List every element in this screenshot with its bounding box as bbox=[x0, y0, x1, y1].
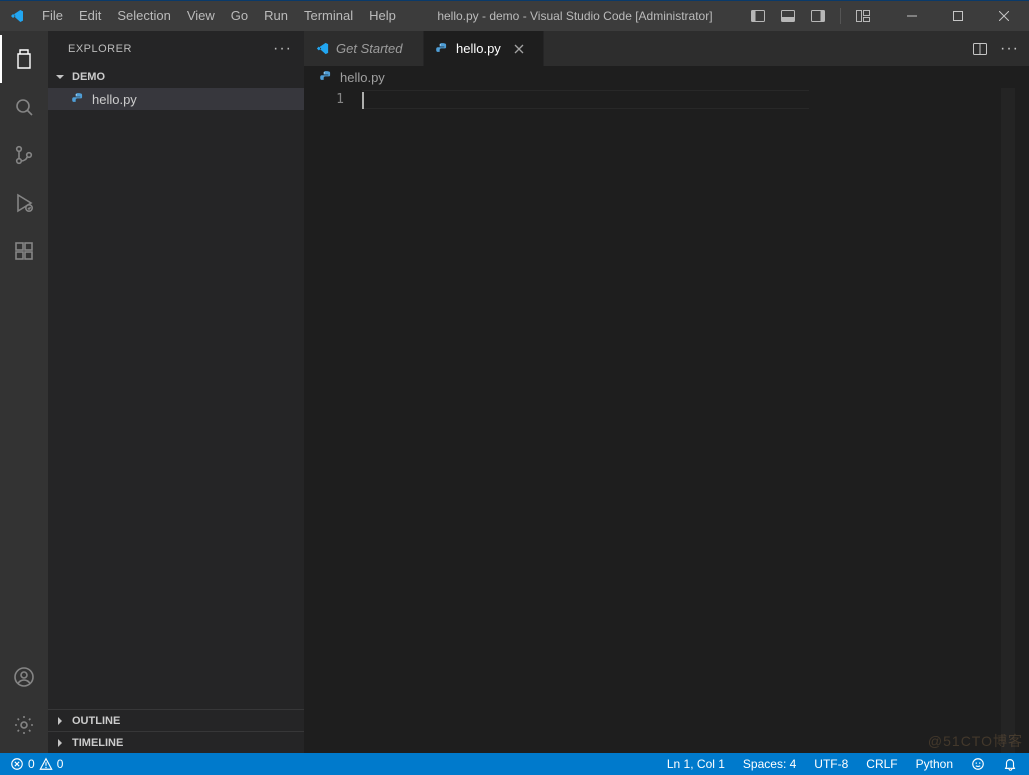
window-title: hello.py - demo - Visual Studio Code [Ad… bbox=[404, 9, 746, 23]
tab-label: Get Started bbox=[336, 41, 402, 56]
sidebar-more-icon[interactable]: ··· bbox=[273, 41, 292, 57]
tab-close-icon[interactable] bbox=[513, 43, 525, 55]
activity-settings[interactable] bbox=[0, 701, 48, 749]
menu-edit[interactable]: Edit bbox=[71, 1, 109, 31]
warning-icon bbox=[39, 757, 53, 771]
folder-root[interactable]: DEMO bbox=[48, 66, 304, 88]
error-icon bbox=[10, 757, 24, 771]
status-eol[interactable]: CRLF bbox=[862, 757, 901, 771]
status-notifications-icon[interactable] bbox=[999, 757, 1021, 771]
tab-label: hello.py bbox=[456, 41, 501, 56]
sidebar-collapsed-sections: OUTLINE TIMELINE bbox=[48, 708, 304, 753]
chevron-right-icon bbox=[52, 713, 68, 729]
outline-section[interactable]: OUTLINE bbox=[48, 709, 304, 731]
split-editor-icon[interactable] bbox=[972, 41, 988, 57]
vscode-app-icon bbox=[8, 7, 26, 25]
activity-extensions[interactable] bbox=[0, 227, 48, 275]
titlebar-right-cluster bbox=[746, 1, 1029, 31]
breadcrumbs[interactable]: hello.py bbox=[304, 66, 1029, 88]
vscode-icon bbox=[314, 41, 330, 57]
sidebar-title: EXPLORER bbox=[68, 43, 132, 55]
status-language-mode[interactable]: Python bbox=[912, 757, 957, 771]
status-bar: 0 0 Ln 1, Col 1 Spaces: 4 UTF-8 CRLF Pyt… bbox=[0, 753, 1029, 775]
line-number-gutter: 1 bbox=[304, 88, 362, 753]
minimap[interactable] bbox=[919, 88, 1015, 753]
python-file-icon bbox=[318, 69, 334, 85]
breadcrumb-label: hello.py bbox=[340, 70, 385, 85]
activity-run-debug[interactable] bbox=[0, 179, 48, 227]
timeline-section[interactable]: TIMELINE bbox=[48, 731, 304, 753]
status-indentation[interactable]: Spaces: 4 bbox=[739, 757, 800, 771]
toggle-panel-icon[interactable] bbox=[776, 5, 800, 27]
file-tree-item[interactable]: hello.py bbox=[48, 88, 304, 110]
chevron-right-icon bbox=[52, 735, 68, 751]
menu-run[interactable]: Run bbox=[256, 1, 296, 31]
activity-search[interactable] bbox=[0, 83, 48, 131]
python-file-icon bbox=[70, 91, 86, 107]
window-minimize-button[interactable] bbox=[889, 1, 935, 31]
editor[interactable]: 1 bbox=[304, 88, 1029, 753]
sidebar: EXPLORER ··· DEMO hello.py O bbox=[48, 31, 304, 753]
outline-label: OUTLINE bbox=[72, 715, 120, 727]
editor-tabs: Get Started hello.py bbox=[304, 31, 544, 66]
window-close-button[interactable] bbox=[981, 1, 1027, 31]
file-explorer-tree: DEMO hello.py bbox=[48, 66, 304, 708]
editor-tab-actions: ··· bbox=[962, 31, 1029, 66]
activity-bar bbox=[0, 31, 48, 753]
activity-source-control[interactable] bbox=[0, 131, 48, 179]
status-encoding[interactable]: UTF-8 bbox=[810, 757, 852, 771]
status-feedback-icon[interactable] bbox=[967, 757, 989, 771]
menu-bar: File Edit Selection View Go Run Terminal… bbox=[34, 1, 404, 31]
vertical-scrollbar[interactable] bbox=[1015, 88, 1029, 753]
customize-layout-icon[interactable] bbox=[851, 5, 875, 27]
titlebar-separator bbox=[840, 8, 841, 24]
status-problems[interactable]: 0 0 bbox=[6, 757, 67, 771]
warning-count: 0 bbox=[57, 757, 64, 771]
code-area[interactable] bbox=[362, 88, 919, 753]
menu-file[interactable]: File bbox=[34, 1, 71, 31]
folder-root-label: DEMO bbox=[72, 71, 105, 83]
menu-go[interactable]: Go bbox=[223, 1, 256, 31]
titlebar: File Edit Selection View Go Run Terminal… bbox=[0, 1, 1029, 31]
code-line[interactable] bbox=[362, 90, 919, 109]
activity-explorer[interactable] bbox=[0, 35, 48, 83]
python-file-icon bbox=[434, 41, 450, 57]
sidebar-header: EXPLORER ··· bbox=[48, 31, 304, 66]
error-count: 0 bbox=[28, 757, 35, 771]
status-cursor-position[interactable]: Ln 1, Col 1 bbox=[663, 757, 729, 771]
window-maximize-button[interactable] bbox=[935, 1, 981, 31]
file-name: hello.py bbox=[92, 92, 137, 107]
menu-selection[interactable]: Selection bbox=[109, 1, 178, 31]
editor-more-icon[interactable]: ··· bbox=[1000, 40, 1019, 58]
tab-get-started[interactable]: Get Started bbox=[304, 31, 424, 66]
toggle-secondary-sidebar-icon[interactable] bbox=[806, 5, 830, 27]
window-controls bbox=[889, 1, 1027, 31]
editor-group: Get Started hello.py ··· bbox=[304, 31, 1029, 753]
toggle-primary-sidebar-icon[interactable] bbox=[746, 5, 770, 27]
tab-hello-py[interactable]: hello.py bbox=[424, 31, 544, 66]
line-number: 1 bbox=[304, 90, 344, 109]
menu-help[interactable]: Help bbox=[361, 1, 404, 31]
menu-terminal[interactable]: Terminal bbox=[296, 1, 361, 31]
main-area: EXPLORER ··· DEMO hello.py O bbox=[0, 31, 1029, 753]
menu-view[interactable]: View bbox=[179, 1, 223, 31]
text-cursor bbox=[362, 92, 364, 109]
editor-tab-bar: Get Started hello.py ··· bbox=[304, 31, 1029, 66]
activity-accounts[interactable] bbox=[0, 653, 48, 701]
chevron-down-icon bbox=[52, 69, 68, 85]
timeline-label: TIMELINE bbox=[72, 737, 123, 749]
